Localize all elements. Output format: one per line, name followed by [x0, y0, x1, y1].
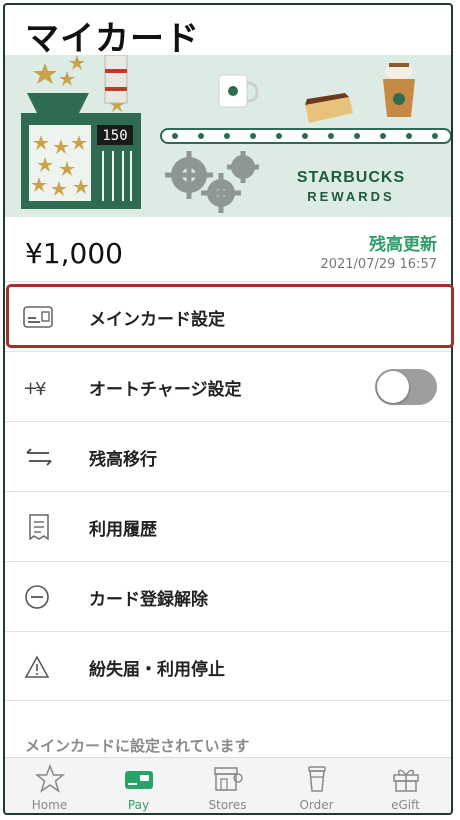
- minus-circle-icon: [23, 584, 55, 610]
- banner-counter: 150: [102, 128, 127, 144]
- tab-label-stores: Stores: [208, 798, 247, 812]
- menu-label-lost-report: 紛失届・利用停止: [89, 660, 225, 680]
- menu-item-balance-transfer[interactable]: 残高移行: [5, 421, 451, 491]
- menu-item-lost-report[interactable]: 紛失届・利用停止: [5, 631, 451, 701]
- toggle-knob: [377, 371, 409, 403]
- tab-home[interactable]: Home: [5, 758, 94, 813]
- phone-frame: マイカード 150 STARBUCKS REWARDS ¥1,000 残高更新 …: [3, 3, 453, 815]
- menu-item-auto-charge[interactable]: + ¥ オートチャージ設定: [5, 351, 451, 421]
- balance-section: ¥1,000 残高更新 2021/07/29 16:57: [5, 217, 451, 283]
- main-card-status-note: メインカードに設定されています: [25, 737, 250, 755]
- balance-amount: ¥1,000: [25, 237, 123, 270]
- warning-icon: [23, 654, 55, 680]
- tab-pay[interactable]: Pay: [94, 758, 183, 813]
- gift-icon: [393, 769, 419, 792]
- banner-illustration: 150 STARBUCKS REWARDS: [21, 55, 451, 213]
- store-icon: [214, 767, 243, 791]
- refresh-balance-button[interactable]: 残高更新: [369, 230, 437, 255]
- menu-item-unregister-card[interactable]: カード登録解除: [5, 561, 451, 631]
- page-title: マイカード: [25, 19, 200, 59]
- menu-item-usage-history[interactable]: 利用履歴: [5, 491, 451, 561]
- bottom-tab-bar: Home Pay Stores Order eGift: [5, 757, 451, 813]
- tab-egift[interactable]: eGift: [361, 758, 450, 813]
- tab-label-home: Home: [31, 798, 68, 812]
- cup-icon: [308, 766, 326, 792]
- menu-label-auto-charge: オートチャージ設定: [89, 380, 242, 400]
- svg-text:¥: ¥: [35, 379, 46, 400]
- main-card-setting-highlight: [6, 284, 454, 348]
- star-icon: [35, 764, 65, 793]
- auto-charge-toggle[interactable]: [375, 369, 437, 405]
- menu-label-usage-history: 利用履歴: [89, 520, 157, 540]
- tab-label-order: Order: [299, 798, 334, 812]
- transfer-arrows-icon: [23, 444, 55, 470]
- menu-label-balance-transfer: 残高移行: [89, 450, 157, 470]
- menu-label-unregister-card: カード登録解除: [89, 590, 208, 610]
- starbucks-wordmark: STARBUCKS: [297, 169, 405, 186]
- receipt-icon: [23, 514, 55, 541]
- pay-card-icon: [125, 771, 153, 789]
- rewards-wordmark: REWARDS: [307, 189, 394, 204]
- tab-order[interactable]: Order: [272, 758, 361, 813]
- tab-label-pay: Pay: [127, 798, 150, 812]
- tab-stores[interactable]: Stores: [183, 758, 272, 813]
- rewards-banner: 150 STARBUCKS REWARDS: [5, 55, 451, 217]
- balance-updated-at: 2021/07/29 16:57: [320, 257, 437, 272]
- plus-yen-icon: + ¥: [23, 374, 55, 400]
- tab-label-egift: eGift: [391, 798, 420, 812]
